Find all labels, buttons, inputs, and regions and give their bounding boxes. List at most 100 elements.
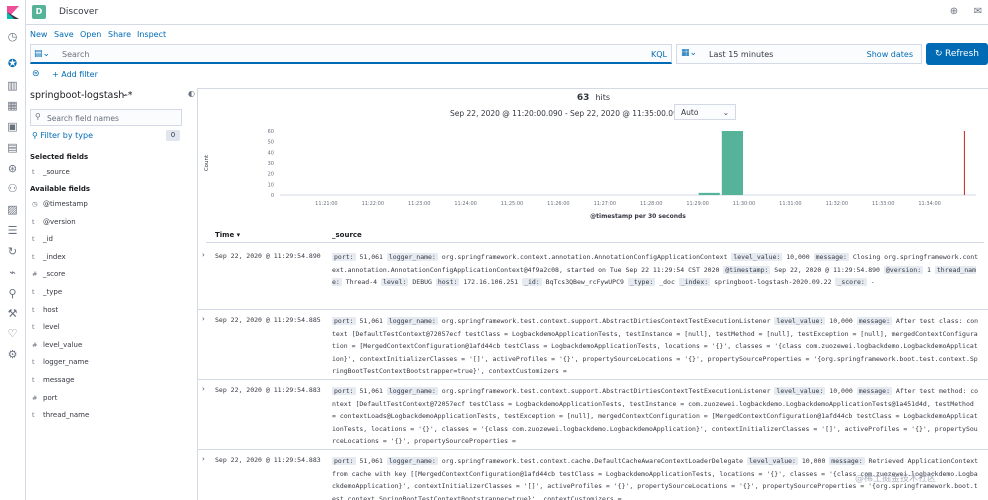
field-type-icon: t bbox=[32, 235, 43, 243]
apm-icon[interactable]: ↻ bbox=[6, 245, 19, 258]
menu-share[interactable]: Share bbox=[108, 30, 131, 39]
menu-inspect[interactable]: Inspect bbox=[137, 30, 166, 39]
x-tick-label: 11:30:00 bbox=[733, 201, 755, 207]
y-axis-label: Count bbox=[204, 154, 210, 171]
row-source: port: 51,061 logger_name: org.springfram… bbox=[332, 385, 979, 447]
field-item-port[interactable]: #port bbox=[32, 394, 57, 406]
table-row[interactable]: ›Sep 22, 2020 @ 11:29:54.883port: 51,061… bbox=[198, 380, 988, 450]
collapse-sidebar-icon[interactable]: ◐ bbox=[188, 89, 195, 98]
field-item-message[interactable]: tmessage bbox=[32, 376, 74, 388]
source-field-key: message: bbox=[814, 253, 849, 261]
mail-icon[interactable]: ✉ bbox=[972, 6, 984, 18]
source-field-key: level_value: bbox=[731, 253, 782, 261]
field-name: _score bbox=[43, 270, 65, 278]
source-field-key: _type: bbox=[628, 278, 655, 286]
field-item-source[interactable]: t_source bbox=[32, 168, 70, 180]
calendar-icon[interactable]: ▦⌄ bbox=[681, 48, 697, 58]
kql-toggle[interactable]: KQL bbox=[651, 50, 667, 59]
expand-row-icon[interactable]: › bbox=[202, 385, 205, 393]
expand-row-icon[interactable]: › bbox=[202, 251, 205, 259]
field-item-version[interactable]: t@version bbox=[32, 218, 76, 230]
space-avatar[interactable]: D bbox=[32, 5, 46, 19]
y-tick-label: 20 bbox=[268, 172, 274, 178]
source-field-key: port: bbox=[332, 317, 356, 325]
settings-gear-icon[interactable]: ⚙ bbox=[6, 348, 19, 361]
field-item-level[interactable]: tlevel bbox=[32, 323, 60, 335]
search-input[interactable]: Search bbox=[62, 50, 89, 59]
help-icon[interactable]: ⊕ bbox=[948, 6, 960, 18]
expand-row-icon[interactable]: › bbox=[202, 315, 205, 323]
siem-icon[interactable]: ⚲ bbox=[6, 287, 19, 300]
date-picker[interactable]: ▦⌄ Last 15 minutes Show dates bbox=[676, 44, 922, 64]
page-title: Discover bbox=[59, 7, 98, 17]
chevron-down-icon[interactable]: ⌄ bbox=[121, 89, 128, 98]
field-item-timestamp[interactable]: ◷@timestamp bbox=[32, 200, 88, 212]
source-field-value: DEBUG bbox=[408, 278, 435, 286]
field-name: @timestamp bbox=[43, 200, 88, 208]
field-item-type[interactable]: t_type bbox=[32, 288, 62, 300]
menu-open[interactable]: Open bbox=[80, 30, 101, 39]
source-field-value: springboot-logstash-2020.09.22 bbox=[710, 278, 835, 286]
row-source: port: 51,061 logger_name: org.springfram… bbox=[332, 251, 979, 307]
time-range-label[interactable]: Last 15 minutes bbox=[709, 50, 773, 59]
source-field-value: BqTcs3QBew_rcFywUPC9 bbox=[542, 278, 628, 286]
field-type-icon: t bbox=[32, 218, 43, 226]
field-item-score[interactable]: #_score bbox=[32, 270, 65, 282]
refresh-button[interactable]: ↻ Refresh bbox=[926, 43, 988, 65]
discover-compass-icon[interactable]: ✪ bbox=[6, 57, 19, 70]
field-item-levelvalue[interactable]: #level_value bbox=[32, 341, 82, 353]
ml-icon[interactable]: ⊛ bbox=[6, 162, 19, 175]
uptime-icon[interactable]: ⌁ bbox=[6, 266, 19, 279]
dashboard-icon[interactable]: ▦ bbox=[6, 99, 19, 112]
source-field-key: level: bbox=[381, 278, 408, 286]
infra-icon[interactable]: ▨ bbox=[6, 203, 19, 216]
monitoring-icon[interactable]: ♡ bbox=[6, 327, 19, 340]
time-column-header[interactable]: Time ▾ bbox=[215, 231, 240, 239]
menu-new[interactable]: New bbox=[30, 30, 47, 39]
saved-query-icon[interactable]: ▤⌄ bbox=[34, 49, 54, 61]
row-timestamp: Sep 22, 2020 @ 11:29:54.885 bbox=[215, 316, 321, 324]
filter-options-icon[interactable]: ⊜ bbox=[32, 69, 40, 79]
source-field-key: message: bbox=[857, 317, 892, 325]
clock-icon[interactable]: ◷ bbox=[6, 30, 19, 43]
index-pattern-selector[interactable]: springboot-logstash-* bbox=[30, 90, 133, 101]
table-row[interactable]: ›Sep 22, 2020 @ 11:29:54.885port: 51,061… bbox=[198, 310, 988, 380]
filter-count-badge: 0 bbox=[166, 130, 180, 141]
field-search-input[interactable]: ⚲ Search field names bbox=[30, 109, 182, 126]
field-type-icon: # bbox=[32, 270, 43, 278]
source-field-value: 10,000 bbox=[782, 253, 813, 261]
menu-save[interactable]: Save bbox=[54, 30, 74, 39]
field-item-loggername[interactable]: tlogger_name bbox=[32, 358, 89, 370]
graph-icon[interactable]: ⚇ bbox=[6, 182, 19, 195]
field-item-id[interactable]: t_id bbox=[32, 235, 53, 247]
source-column-header: _source bbox=[332, 231, 362, 239]
source-field-key: logger_name: bbox=[387, 253, 438, 261]
field-type-icon: t bbox=[32, 411, 43, 419]
y-tick-label: 0 bbox=[271, 193, 274, 199]
table-row[interactable]: ›Sep 22, 2020 @ 11:29:54.890port: 51,061… bbox=[198, 246, 988, 310]
dev-tools-icon[interactable]: ⚒ bbox=[6, 307, 19, 320]
maps-icon[interactable]: ▤ bbox=[6, 141, 19, 154]
field-item-index[interactable]: t_index bbox=[32, 253, 66, 265]
query-bar[interactable]: ▤⌄ Search KQL bbox=[30, 44, 672, 64]
field-sidebar: springboot-logstash-* ⌄ ◐ ⚲ Search field… bbox=[26, 82, 196, 500]
visualize-icon[interactable]: ▥ bbox=[6, 79, 19, 92]
logs-icon[interactable]: ☰ bbox=[6, 224, 19, 237]
interval-select[interactable]: Auto⌄ bbox=[674, 104, 736, 120]
show-dates-link[interactable]: Show dates bbox=[867, 50, 913, 59]
refresh-icon: ↻ bbox=[935, 43, 943, 65]
field-item-host[interactable]: thost bbox=[32, 306, 58, 318]
kibana-logo-icon[interactable] bbox=[6, 6, 20, 20]
field-item-threadname[interactable]: tthread_name bbox=[32, 411, 89, 423]
refresh-label: Refresh bbox=[945, 49, 979, 59]
filter-by-type-button[interactable]: ⚲ Filter by type bbox=[32, 131, 93, 140]
canvas-icon[interactable]: ▣ bbox=[6, 120, 19, 133]
source-field-value: 10,000 bbox=[825, 387, 856, 395]
add-filter-button[interactable]: + Add filter bbox=[52, 70, 98, 79]
expand-row-icon[interactable]: › bbox=[202, 455, 205, 463]
field-type-icon: t bbox=[32, 288, 43, 296]
field-type-icon: t bbox=[32, 253, 43, 261]
y-tick-label: 10 bbox=[268, 182, 274, 188]
x-tick-label: 11:34:00 bbox=[918, 201, 940, 207]
histogram-chart[interactable]: 0102030405060Count11:21:0011:22:0011:23:… bbox=[198, 127, 988, 227]
